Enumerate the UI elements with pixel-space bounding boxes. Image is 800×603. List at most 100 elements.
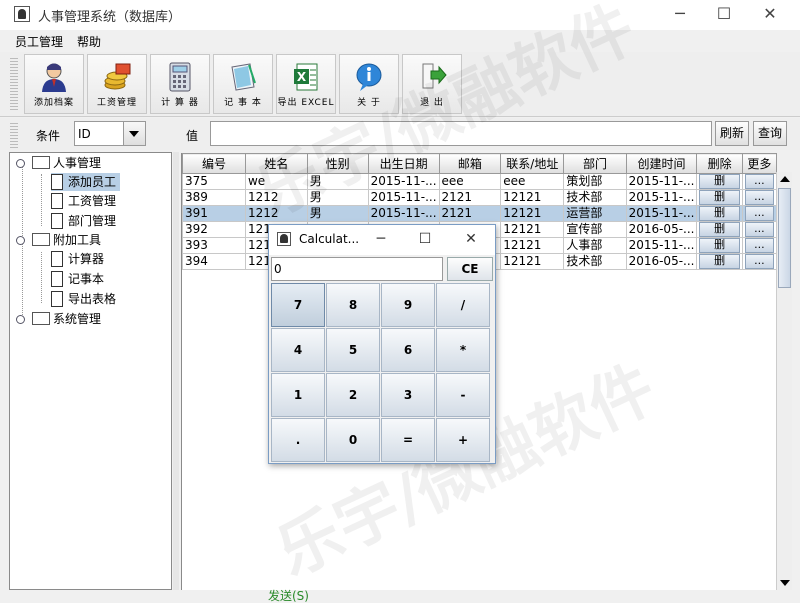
minimize-button[interactable]: ─ <box>660 3 700 25</box>
tree-toggle-icon[interactable] <box>16 315 25 324</box>
column-header[interactable]: 创建时间 <box>625 153 698 174</box>
tree-node-system[interactable]: 系统管理 <box>16 310 101 328</box>
tree-node-tools[interactable]: 附加工具 <box>16 231 101 249</box>
calculator-key[interactable]: 1 <box>271 373 325 417</box>
chevron-down-icon[interactable] <box>123 122 145 145</box>
navigation-tree: 人事管理 添加员工 工资管理 部门管理 附加工具 计算器 记事本 导出表格 系统… <box>9 152 172 590</box>
calculator-close-button[interactable]: ✕ <box>459 228 483 250</box>
delete-row-button[interactable]: 删 <box>699 254 740 269</box>
refresh-button[interactable]: 刷新 <box>715 121 749 146</box>
table-row[interactable]: 391 1212 男 2015-11-... 2121 12121 运营部 2015-11-.… <box>182 205 777 222</box>
window-titlebar: 人事管理系统（数据库） ─ ☐ ✕ <box>0 0 800 30</box>
scroll-down-icon[interactable] <box>780 580 790 586</box>
condition-select[interactable]: ID <box>74 121 146 146</box>
delete-row-button[interactable]: 删 <box>699 238 740 253</box>
tree-node-department[interactable]: 部门管理 <box>51 212 116 230</box>
delete-row-button[interactable]: 删 <box>699 222 740 237</box>
table-row[interactable]: 375 we 男 2015-11-... eee eee 策划部 2015-11-... 删..… <box>182 173 777 190</box>
more-row-button[interactable]: ... <box>744 254 774 269</box>
calculator-key[interactable]: 5 <box>326 328 380 372</box>
column-header[interactable]: 删除 <box>696 153 743 174</box>
app-icon <box>277 232 291 246</box>
column-header[interactable]: 编号 <box>182 153 246 174</box>
notebook-button[interactable]: 记 事 本 <box>213 54 273 114</box>
column-header[interactable]: 更多 <box>741 153 777 174</box>
salary-button[interactable]: 工资管理 <box>87 54 147 114</box>
tree-node-notebook[interactable]: 记事本 <box>51 270 104 288</box>
close-button[interactable]: ✕ <box>750 3 790 25</box>
calculator-minimize-button[interactable]: ─ <box>369 228 393 250</box>
calculator-maximize-button[interactable]: ☐ <box>413 228 437 250</box>
more-row-button[interactable]: ... <box>744 222 774 237</box>
maximize-button[interactable]: ☐ <box>704 3 744 25</box>
scroll-up-icon[interactable] <box>780 176 790 182</box>
delete-row-button[interactable]: 删 <box>699 174 740 189</box>
tree-node-label: 工资管理 <box>68 194 117 208</box>
column-header[interactable]: 部门 <box>563 153 627 174</box>
toolbar-grip[interactable] <box>10 56 18 110</box>
tree-node-hr[interactable]: 人事管理 <box>16 154 101 172</box>
menu-help[interactable]: 帮助 <box>77 33 101 50</box>
tree-node-export[interactable]: 导出表格 <box>51 290 116 308</box>
calculator-key[interactable]: 9 <box>381 283 435 327</box>
table-cell: 12121 <box>500 221 565 238</box>
calculator-key[interactable]: - <box>436 373 490 417</box>
exit-button[interactable]: 退 出 <box>402 54 462 114</box>
toolbar: 添加档案 工资管理 计 算 器 记 事 本 X 导出 EXCEL 关 于 退 出 <box>0 52 800 117</box>
delete-row-button[interactable]: 删 <box>699 190 740 205</box>
table-cell: 2121 <box>438 205 502 222</box>
column-header[interactable]: 邮箱 <box>438 153 502 174</box>
more-row-button[interactable]: ... <box>744 174 774 189</box>
tree-toggle-icon[interactable] <box>16 159 25 168</box>
table-cell: 2015-11-... <box>367 189 440 206</box>
calculator-label: 计 算 器 <box>161 98 199 108</box>
column-header[interactable]: 出生日期 <box>367 153 440 174</box>
table-cell: 男 <box>306 189 369 206</box>
column-header[interactable]: 性别 <box>306 153 369 174</box>
table-row[interactable]: 389 1212 男 2015-11-... 2121 12121 技术部 2015-11-.… <box>182 189 777 206</box>
table-cell: 运营部 <box>563 205 627 222</box>
delete-cell: 删 <box>696 205 743 222</box>
menu-employee[interactable]: 员工管理 <box>15 33 63 50</box>
tree-node-salary[interactable]: 工资管理 <box>51 192 116 210</box>
calculator-key[interactable]: . <box>271 418 325 462</box>
calculator-key[interactable]: 2 <box>326 373 380 417</box>
more-row-button[interactable]: ... <box>744 206 774 221</box>
more-row-button[interactable]: ... <box>744 190 774 205</box>
tree-node-calculator[interactable]: 计算器 <box>51 250 104 268</box>
more-row-button[interactable]: ... <box>744 238 774 253</box>
calculator-key[interactable]: * <box>436 328 490 372</box>
scroll-thumb[interactable] <box>778 188 791 288</box>
calculator-key[interactable]: / <box>436 283 490 327</box>
calculator-key[interactable]: 8 <box>326 283 380 327</box>
calculator-clear-button[interactable]: CE <box>447 257 493 281</box>
filter-grip[interactable] <box>10 122 18 148</box>
delete-row-button[interactable]: 删 <box>699 206 740 221</box>
calculator-titlebar: Calculat... ─ ☐ ✕ <box>269 225 495 255</box>
more-cell: ... <box>741 237 777 254</box>
query-button[interactable]: 查询 <box>753 121 787 146</box>
calculator-key[interactable]: 7 <box>271 283 325 327</box>
export-excel-button[interactable]: X 导出 EXCEL <box>276 54 336 114</box>
about-button[interactable]: 关 于 <box>339 54 399 114</box>
calculator-key[interactable]: 3 <box>381 373 435 417</box>
value-input[interactable] <box>210 121 712 146</box>
calculator-key[interactable]: + <box>436 418 490 462</box>
column-header[interactable]: 联系/地址 <box>500 153 565 174</box>
add-record-button[interactable]: 添加档案 <box>24 54 84 114</box>
tree-toggle-icon[interactable] <box>16 236 25 245</box>
calculator-button[interactable]: 计 算 器 <box>150 54 210 114</box>
calculator-key[interactable]: = <box>381 418 435 462</box>
calculator-key[interactable]: 6 <box>381 328 435 372</box>
table-scrollbar[interactable] <box>776 172 792 590</box>
tree-node-add-employee[interactable]: 添加员工 <box>51 173 121 191</box>
calculator-display[interactable]: 0 <box>271 257 443 281</box>
table-cell: 技术部 <box>563 253 627 270</box>
calculator-key[interactable]: 0 <box>326 418 380 462</box>
about-label: 关 于 <box>357 98 381 108</box>
calculator-key[interactable]: 4 <box>271 328 325 372</box>
delete-cell: 删 <box>696 173 743 190</box>
column-header[interactable]: 姓名 <box>244 153 308 174</box>
excel-icon: X <box>291 61 321 93</box>
split-pane-divider[interactable] <box>173 152 179 590</box>
